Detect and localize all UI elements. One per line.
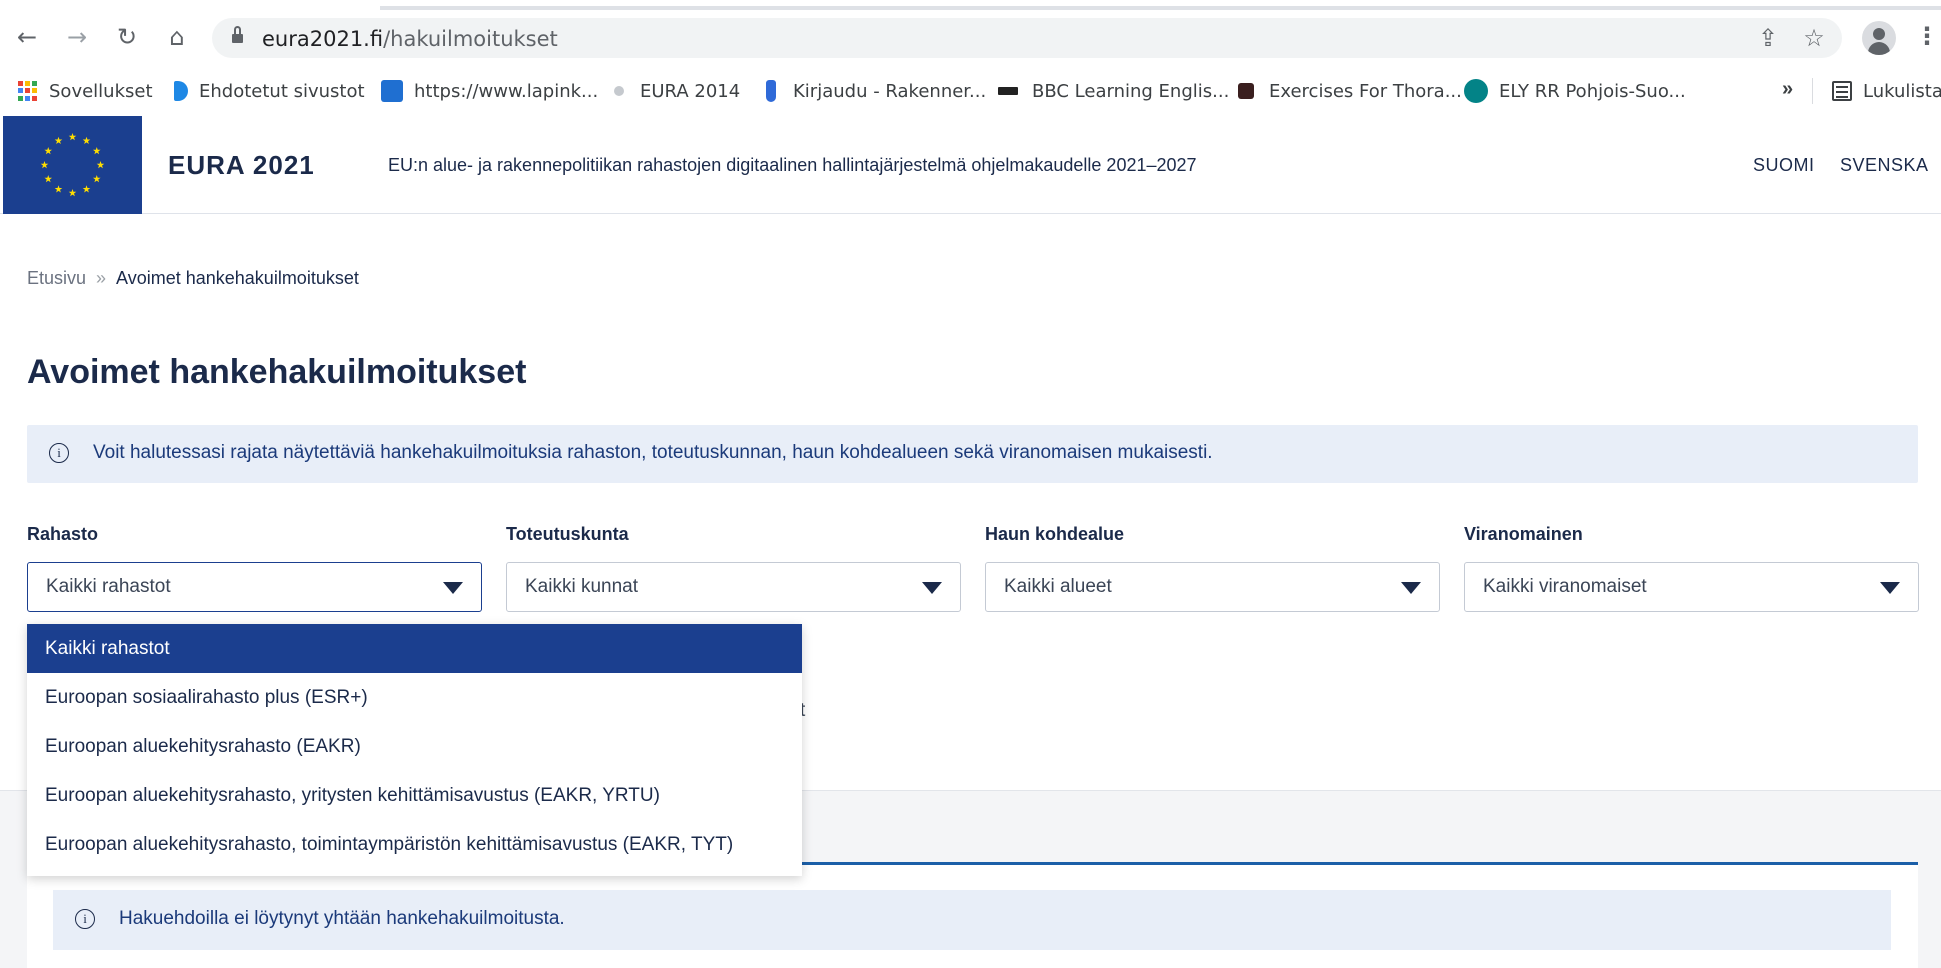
eu-star <box>40 161 49 169</box>
caret-down-icon <box>1880 582 1900 594</box>
lang-suomi[interactable]: SUOMI <box>1753 155 1815 176</box>
no-results-text: Hakuehdoilla ei löytynyt yhtään hankehak… <box>119 908 565 929</box>
eu-star <box>68 189 77 197</box>
kohdealue-select-value: Kaikki alueet <box>1004 576 1112 597</box>
address-bar[interactable]: eura2021.fi/hakuilmoitukset ⇪ ☆ <box>212 18 1842 58</box>
bookmark-eura-2014[interactable]: EURA 2014 <box>614 76 740 106</box>
apps-grid-icon <box>18 81 38 101</box>
lock-icon[interactable] <box>232 26 243 44</box>
back-arrow-icon[interactable]: ← <box>12 22 42 52</box>
viranomainen-select[interactable]: Kaikki viranomaiset <box>1464 562 1919 612</box>
rahasto-select-value: Kaikki rahastot <box>46 576 171 597</box>
info-icon: i <box>49 443 69 463</box>
eu-star <box>68 133 77 141</box>
bookmark-bbc[interactable]: BBC Learning Englis... <box>998 76 1229 106</box>
dropdown-option[interactable]: Euroopan sosiaalirahasto plus (ESR+) <box>27 673 802 722</box>
caret-down-icon <box>1401 582 1421 594</box>
dropdown-option[interactable]: Euroopan aluekehitysrahasto, toimintaymp… <box>27 820 802 869</box>
breadcrumb-home[interactable]: Etusivu <box>27 268 86 288</box>
browser-menu-icon[interactable]: ⋮ <box>1915 22 1939 52</box>
breadcrumb-current: Avoimet hankehakuilmoitukset <box>116 268 359 288</box>
breadcrumb-separator: » <box>96 268 107 288</box>
bookmarks-bar: Sovellukset Ehdotetut sivustot https://w… <box>0 68 1941 116</box>
no-results-box: i Hakuehdoilla ei löytynyt yhtään hankeh… <box>53 890 1891 950</box>
bookmark-rakennerahasto[interactable]: Kirjaudu - Rakenner... <box>766 76 986 106</box>
filter-label-rahasto: Rahasto <box>27 524 99 544</box>
dropdown-option[interactable]: Euroopan aluekehitysrahasto (EAKR) <box>27 722 802 771</box>
eu-star <box>92 147 101 155</box>
filter-label-viranomainen: Viranomainen <box>1464 524 1583 544</box>
share-icon[interactable]: ⇪ <box>1754 24 1782 52</box>
eu-flag-logo[interactable] <box>3 116 142 214</box>
eu-star <box>54 185 63 193</box>
bbc-icon <box>998 87 1018 95</box>
eu-star <box>82 185 91 193</box>
bookmark-apps[interactable]: Sovellukset <box>18 76 153 106</box>
viranomainen-select-value: Kaikki viranomaiset <box>1483 576 1647 597</box>
rahasto-select[interactable]: Kaikki rahastot <box>27 562 482 612</box>
rahasto-dropdown-list: Kaikki rahastot Euroopan sosiaalirahasto… <box>27 624 802 876</box>
eu-star <box>44 175 53 183</box>
caret-down-icon <box>443 582 463 594</box>
dropdown-option[interactable]: Euroopan aluekehitysrahasto, yritysten k… <box>27 771 802 820</box>
eu-star <box>92 175 101 183</box>
bookmark-ely[interactable]: ELY RR Pohjois-Suo... <box>1464 76 1686 106</box>
lapinkansa-icon <box>381 80 403 102</box>
toteutuskunta-select-value: Kaikki kunnat <box>525 576 639 597</box>
bookmarks-divider <box>1812 78 1813 104</box>
forward-arrow-icon[interactable]: → <box>62 22 92 52</box>
kohdealue-select[interactable]: Kaikki alueet <box>985 562 1440 612</box>
lang-svenska[interactable]: SVENSKA <box>1840 155 1929 176</box>
caret-down-icon <box>922 582 942 594</box>
filter-label-kohdealue: Haun kohdealue <box>985 524 1125 544</box>
page-title: Avoimet hankehakuilmoitukset <box>27 353 527 391</box>
breadcrumb: Etusivu » Avoimet hankehakuilmoitukset <box>27 268 359 289</box>
filter-label-toteutuskunta: Toteutuskunta <box>506 524 629 544</box>
bookmark-exercises[interactable]: Exercises For Thora... <box>1238 76 1462 106</box>
tab-strip-edge <box>380 6 1941 10</box>
eu-star <box>44 147 53 155</box>
bing-icon <box>174 81 188 101</box>
site-tagline: EU:n alue- ja rakennepolitiikan rahastoj… <box>388 155 1197 175</box>
sharepoint-icon <box>1464 79 1488 103</box>
reading-list-icon <box>1832 81 1852 101</box>
profile-avatar-icon[interactable] <box>1862 21 1896 55</box>
reading-list[interactable]: Lukulista <box>1832 76 1941 106</box>
browser-toolbar: ← → ↻ ⌂ eura2021.fi/hakuilmoitukset ⇪ ☆ … <box>0 0 1941 76</box>
rakennerahasto-icon <box>766 80 776 102</box>
p-icon <box>1238 83 1254 99</box>
dropdown-option[interactable]: Kaikki rahastot <box>27 624 802 673</box>
eu-stars-icon <box>40 133 105 197</box>
bookmark-star-icon[interactable]: ☆ <box>1800 24 1828 52</box>
eu-star <box>82 136 91 144</box>
eu-star <box>54 136 63 144</box>
info-icon: i <box>75 909 95 929</box>
more-bookmarks-icon[interactable]: » <box>1782 78 1793 101</box>
bookmark-ehdotetut[interactable]: Ehdotetut sivustot <box>174 76 365 106</box>
eu-star <box>96 161 105 169</box>
home-icon[interactable]: ⌂ <box>162 22 192 52</box>
url-text[interactable]: eura2021.fi/hakuilmoitukset <box>262 27 558 51</box>
bookmark-lapinkansa[interactable]: https://www.lapink... <box>381 76 598 106</box>
site-name[interactable]: EURA 2021 <box>168 150 315 181</box>
eura-icon <box>614 86 624 96</box>
site-header: EURA 2021 EU:n alue- ja rakennepolitiika… <box>0 116 1941 214</box>
filter-info-text: Voit halutessasi rajata näytettäviä hank… <box>93 442 1213 463</box>
toteutuskunta-select[interactable]: Kaikki kunnat <box>506 562 961 612</box>
filter-info-box: i Voit halutessasi rajata näytettäviä ha… <box>27 425 1918 483</box>
reload-icon[interactable]: ↻ <box>112 22 142 52</box>
